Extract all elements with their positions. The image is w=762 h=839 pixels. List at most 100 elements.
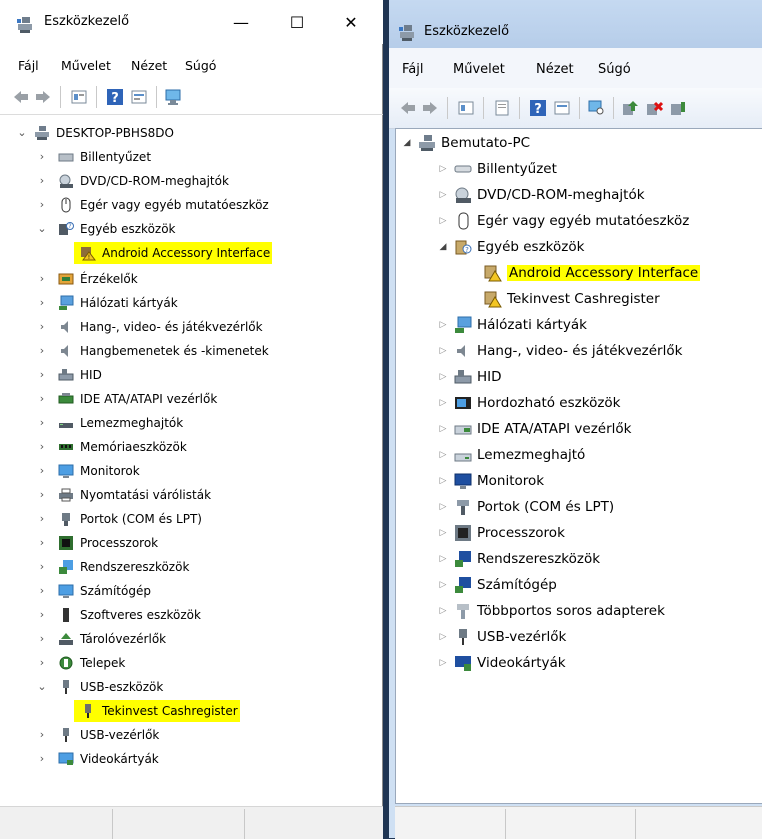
tree-node-other-devices[interactable]: ◢? Egyéb eszközök <box>438 235 585 259</box>
collapse-triangle-icon[interactable]: ▷ <box>438 580 448 590</box>
tree-node-android-accessory[interactable]: Android Accessory Interface <box>484 261 701 285</box>
collapse-triangle-icon[interactable]: ▷ <box>438 164 448 174</box>
tree-node-display-adapters[interactable]: ▷ Videokártyák <box>438 651 566 675</box>
tree-node-keyboard[interactable]: › Billentyűzet <box>36 146 151 168</box>
tree-node-software-devices[interactable]: › Szoftveres eszközök <box>36 604 201 626</box>
forward-arrow-icon[interactable] <box>34 88 52 106</box>
chevron-right-icon[interactable]: › <box>36 393 48 405</box>
chevron-right-icon[interactable]: › <box>36 273 48 285</box>
help-icon[interactable]: ? <box>529 99 547 117</box>
tree-node-processors[interactable]: ▷ Processzorok <box>438 521 565 545</box>
tree-node-display-adapters[interactable]: › Videokártyák <box>36 748 159 770</box>
chevron-right-icon[interactable]: › <box>36 489 48 501</box>
tree-node-other-devices[interactable]: ⌄? Egyéb eszközök <box>36 218 176 240</box>
collapse-triangle-icon[interactable]: ▷ <box>438 554 448 564</box>
chevron-right-icon[interactable]: › <box>36 465 48 477</box>
collapse-triangle-icon[interactable]: ▷ <box>438 502 448 512</box>
tree-node-hid[interactable]: › HID <box>36 364 102 386</box>
tree-node-monitors[interactable]: ▷ Monitorok <box>438 469 544 493</box>
uninstall-icon[interactable] <box>645 99 663 117</box>
chevron-right-icon[interactable]: › <box>36 537 48 549</box>
update-driver-icon[interactable] <box>621 99 639 117</box>
tree-node-keyboard[interactable]: ▷ Billentyűzet <box>438 157 557 181</box>
show-device-icon[interactable] <box>553 99 571 117</box>
tree-node-monitors[interactable]: › Monitorok <box>36 460 140 482</box>
chevron-right-icon[interactable]: › <box>36 441 48 453</box>
menu-view[interactable]: Nézet <box>131 58 167 73</box>
disable-device-icon[interactable] <box>669 99 687 117</box>
tree-node-computer[interactable]: ▷ Számítógép <box>438 573 557 597</box>
chevron-right-icon[interactable]: › <box>36 151 48 163</box>
menu-view[interactable]: Nézet <box>536 62 574 77</box>
tree-node-batteries[interactable]: › Telepek <box>36 652 126 674</box>
tree-node-sensors[interactable]: › Érzékelők <box>36 268 138 290</box>
tree-node-audio-io[interactable]: › Hangbemenetek és -kimenetek <box>36 340 269 362</box>
chevron-down-icon[interactable]: ⌄ <box>36 681 48 693</box>
scan-hardware-icon[interactable] <box>587 99 605 117</box>
tree-node-mouse[interactable]: ▷ Egér vagy egyéb mutatóeszköz <box>438 209 689 233</box>
chevron-right-icon[interactable]: › <box>36 633 48 645</box>
title-bar[interactable]: Eszközkezelő — ☐ ✕ <box>0 0 383 44</box>
collapse-triangle-icon[interactable]: ▷ <box>438 424 448 434</box>
tree-node-root[interactable]: ⌄ DESKTOP-PBHS8DO <box>16 122 174 144</box>
tree-node-ports[interactable]: ▷ Portok (COM és LPT) <box>438 495 614 519</box>
back-arrow-icon[interactable] <box>12 88 30 106</box>
collapse-triangle-icon[interactable]: ▷ <box>438 398 448 408</box>
forward-arrow-icon[interactable] <box>421 99 439 117</box>
tree-node-sound[interactable]: › Hang-, video- és játékvezérlők <box>36 316 263 338</box>
maximize-button[interactable]: ☐ <box>282 10 312 36</box>
expand-triangle-icon[interactable]: ◢ <box>402 138 412 148</box>
tree-node-root[interactable]: ◢ Bemutato-PC <box>402 131 530 155</box>
close-button[interactable]: ✕ <box>336 10 366 36</box>
chevron-right-icon[interactable]: › <box>36 175 48 187</box>
expand-triangle-icon[interactable]: ◢ <box>438 242 448 252</box>
properties-icon[interactable] <box>70 88 88 106</box>
collapse-triangle-icon[interactable]: ▷ <box>438 632 448 642</box>
tree-node-processors[interactable]: › Processzorok <box>36 532 158 554</box>
tree-node-mouse[interactable]: › Egér vagy egyéb mutatóeszköz <box>36 194 269 216</box>
tree-node-network[interactable]: ▷ Hálózati kártyák <box>438 313 587 337</box>
chevron-right-icon[interactable]: › <box>36 369 48 381</box>
back-arrow-icon[interactable] <box>399 99 417 117</box>
tree-node-system-devices[interactable]: › Rendszereszközök <box>36 556 189 578</box>
chevron-down-icon[interactable]: ⌄ <box>36 223 48 235</box>
tree-node-ide[interactable]: › IDE ATA/ATAPI vezérlők <box>36 388 218 410</box>
chevron-right-icon[interactable]: › <box>36 321 48 333</box>
tree-node-ide[interactable]: ▷ IDE ATA/ATAPI vezérlők <box>438 417 632 441</box>
scan-hardware-icon[interactable] <box>164 88 182 106</box>
tree-node-android-accessory[interactable]: ! Android Accessory Interface <box>74 242 273 264</box>
menu-file[interactable]: Fájl <box>402 62 423 77</box>
chevron-right-icon[interactable]: › <box>36 199 48 211</box>
menu-action[interactable]: Művelet <box>61 58 111 73</box>
tree-node-multiport-serial[interactable]: ▷ Többportos soros adapterek <box>438 599 665 623</box>
collapse-triangle-icon[interactable]: ▷ <box>438 450 448 460</box>
chevron-right-icon[interactable]: › <box>36 561 48 573</box>
collapse-triangle-icon[interactable]: ▷ <box>438 216 448 226</box>
chevron-right-icon[interactable]: › <box>36 729 48 741</box>
tree-node-portable-devices[interactable]: ▷ Hordozható eszközök <box>438 391 621 415</box>
collapse-triangle-icon[interactable]: ▷ <box>438 190 448 200</box>
tree-node-ports[interactable]: › Portok (COM és LPT) <box>36 508 202 530</box>
chevron-right-icon[interactable]: › <box>36 513 48 525</box>
tree-node-usb-controllers[interactable]: › USB-vezérlők <box>36 724 159 746</box>
collapse-triangle-icon[interactable]: ▷ <box>438 320 448 330</box>
collapse-triangle-icon[interactable]: ▷ <box>438 372 448 382</box>
tree-node-sound[interactable]: ▷ Hang-, video- és játékvezérlők <box>438 339 683 363</box>
chevron-right-icon[interactable]: › <box>36 585 48 597</box>
minimize-button[interactable]: — <box>226 10 256 36</box>
menu-help[interactable]: Súgó <box>185 58 216 73</box>
tree-node-tekinvest[interactable]: Tekinvest Cashregister <box>74 700 240 722</box>
menu-help[interactable]: Súgó <box>598 62 631 77</box>
chevron-right-icon[interactable]: › <box>36 609 48 621</box>
view-icon[interactable] <box>493 99 511 117</box>
tree-node-usb-controllers[interactable]: ▷ USB-vezérlők <box>438 625 566 649</box>
tree-node-memory[interactable]: › Memóriaeszközök <box>36 436 187 458</box>
chevron-right-icon[interactable]: › <box>36 417 48 429</box>
tree-node-print-queues[interactable]: › Nyomtatási várólisták <box>36 484 211 506</box>
collapse-triangle-icon[interactable]: ▷ <box>438 606 448 616</box>
tree-node-dvd[interactable]: › DVD/CD-ROM-meghajtók <box>36 170 229 192</box>
title-bar[interactable]: Eszközkezelő <box>389 0 762 48</box>
chevron-right-icon[interactable]: › <box>36 297 48 309</box>
menu-file[interactable]: Fájl <box>18 58 39 73</box>
tree-node-hid[interactable]: ▷ HID <box>438 365 502 389</box>
